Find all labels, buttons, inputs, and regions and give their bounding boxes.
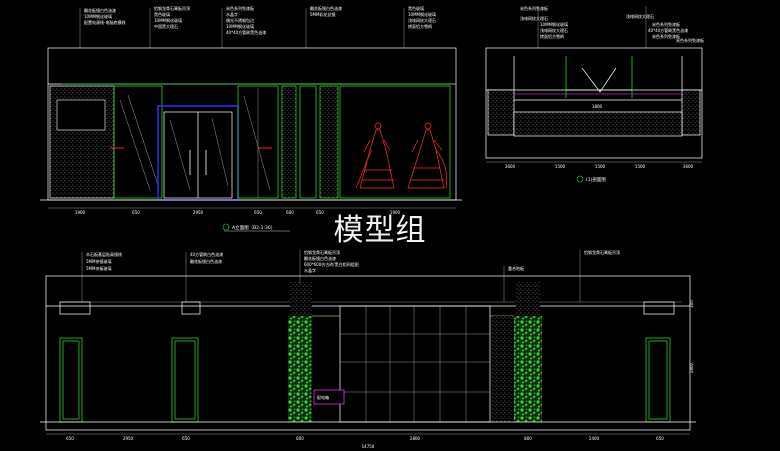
cad-drawing: 1900 650 2950 650 600 650 1900 A立面图（B2-1… bbox=[40, 5, 704, 449]
callout-label: 5MM彩花丝镜 bbox=[310, 11, 335, 17]
dim-b-1: 2950 bbox=[123, 436, 134, 441]
callout-label: 偶光不透钢包边 bbox=[226, 17, 254, 23]
callout-label: 重合地板 bbox=[508, 265, 524, 271]
callout-label: 黑色玻璃 bbox=[408, 5, 424, 11]
dim-b-0: 650 bbox=[66, 436, 74, 441]
callout-label: 10MM钢化玻璃 bbox=[226, 23, 254, 29]
callout-label: 配置电源线-电脑底横线 bbox=[84, 19, 125, 25]
dim-a-5: 650 bbox=[316, 210, 324, 215]
callout-group-right: 雕花板镜白色油漆 5MM彩花丝镜 bbox=[305, 5, 342, 48]
callout-label: 木石板基层贴高镜线 bbox=[86, 251, 122, 257]
callout-label: 米色系列免漆板 bbox=[226, 5, 254, 11]
section-callouts-left: 米色系列免漆板 浅啡网纹大理石 10MM钢化玻璃 浅啡网纹大理石 烤面铝方雪柄 bbox=[520, 5, 568, 48]
dim-b-5: 800 bbox=[524, 436, 532, 441]
dim-b-2: 650 bbox=[182, 436, 190, 441]
callout-label: 浅啡网纹大理石 bbox=[540, 27, 568, 33]
dim-b-3: 800 bbox=[296, 436, 304, 441]
dim-a-4: 600 bbox=[286, 210, 294, 215]
callout-label: 雕花板镜白色油漆 bbox=[304, 255, 336, 261]
callout-label: 浅啡网纹大理石 bbox=[626, 13, 654, 19]
callout-label: 烤面铝方雪柄 bbox=[408, 23, 432, 29]
callout-label: 铝钢龙骨石膏板吊顶 bbox=[304, 249, 340, 255]
b-callouts-mid2: 铝钢龙骨石膏板吊顶 雕花板镜白色油漆 600*600仿古砖/黑白相间组图 水晶字 bbox=[299, 249, 359, 284]
callout-label: 黑色玻璃 bbox=[154, 11, 170, 17]
callout-label: 米色系列免漆板 bbox=[652, 21, 680, 27]
dim-section-0: 3600 bbox=[505, 164, 516, 169]
dim-a-3: 650 bbox=[254, 210, 262, 215]
dim-section-1: 1500 bbox=[555, 164, 566, 169]
callout-label: 水晶字 bbox=[226, 11, 238, 17]
dim-b-4: 2800 bbox=[410, 436, 421, 441]
callout-label: 10MM钢化玻璃 bbox=[540, 21, 568, 27]
callout-label: 米色系列免漆板 bbox=[676, 37, 704, 43]
dim-b-6: 2400 bbox=[589, 436, 600, 441]
callout-label: 40*40方管刷黑色油漆 bbox=[226, 29, 266, 35]
callout-label: 铝钢龙骨石膏板吊顶 bbox=[154, 5, 190, 11]
callout-label: 40*40方管刷黑色油漆 bbox=[648, 27, 688, 33]
dim-section-3: 1500 bbox=[635, 164, 646, 169]
dim-section-top: 1800 bbox=[592, 104, 603, 109]
dim-a-0: 1900 bbox=[75, 210, 86, 215]
callout-label: 雕花板镜白色油漆 bbox=[190, 258, 222, 264]
height-dim-0: 300 bbox=[689, 300, 694, 308]
callout-label: 浅啡网纹大理石 bbox=[408, 17, 436, 23]
elevation-b: 配电箱 300 2800 650 2950 650 800 2800 800 2… bbox=[40, 249, 696, 449]
elevation-a: 1900 650 2950 650 600 650 1900 A立面图（B2-1… bbox=[40, 5, 462, 232]
callout-label: 10MM钢化玻璃 bbox=[154, 17, 182, 23]
elevation-a-title: A立面图（B2-1:30） bbox=[232, 224, 275, 231]
callout-group-mid2: 米色系列免漆板 水晶字 偶光不透钢包边 10MM钢化玻璃 40*40方管刷黑色油… bbox=[221, 5, 266, 48]
height-dim-1: 2800 bbox=[689, 362, 694, 373]
callout-label: 水晶字 bbox=[304, 267, 316, 273]
callout-label: 10MM钢化玻璃 bbox=[408, 11, 436, 17]
bride-figure-icon bbox=[355, 122, 395, 189]
dim-section-2: 1500 bbox=[595, 164, 606, 169]
section-title: (1)剖面图 bbox=[586, 176, 606, 183]
b-callouts-far-right: 铝钢龙骨石膏板吊顶 bbox=[579, 249, 620, 302]
section-view: 1800 3600 1500 1500 1500 3600 (1)剖面图 米色系… bbox=[485, 5, 704, 183]
callout-label: 10MM钢化玻璃 bbox=[84, 13, 112, 19]
section-callouts-right: 浅啡网纹大理石 米色系列免漆板 40*40方管刷黑色油漆 米色系列免漆板 米色系… bbox=[626, 6, 704, 48]
callout-label: 40方管刷白色油漆 bbox=[190, 251, 223, 257]
callout-label: 烤面铝方雪柄 bbox=[540, 33, 564, 39]
dim-b-7: 650 bbox=[656, 436, 664, 441]
callout-group-mid: 铝钢龙骨石膏板吊顶 黑色玻璃 10MM钢化玻璃 中国黑大理石 bbox=[149, 5, 190, 48]
watermark-text: 模型组 bbox=[334, 213, 427, 248]
dim-section-4: 3600 bbox=[683, 164, 694, 169]
callout-group-left: 雕花板镜白色油漆 10MM钢化玻璃 配置电源线-电脑底横线 bbox=[79, 7, 125, 48]
dim-a-2: 2950 bbox=[193, 210, 204, 215]
b-callouts-mid: 40方管刷白色油漆 雕花板镜白色油漆 bbox=[185, 251, 223, 302]
callout-label: 中国黑大理石 bbox=[154, 23, 178, 29]
dim-a-1: 650 bbox=[132, 210, 140, 215]
dim-b-total: 14750 bbox=[362, 444, 375, 449]
callout-label: 铝钢龙骨石膏板吊顶 bbox=[584, 249, 620, 255]
bride-figure-icon bbox=[407, 122, 448, 189]
callout-label: 雕花板镜白色油漆 bbox=[310, 5, 342, 11]
callout-group-right2: 黑色玻璃 10MM钢化玻璃 浅啡网纹大理石 烤面铝方雪柄 bbox=[403, 5, 436, 48]
callout-label: 雕花板镜白色油漆 bbox=[84, 7, 116, 13]
callout-label: 600*600仿古砖/黑白相间组图 bbox=[304, 261, 359, 267]
electric-box-label: 配电箱 bbox=[317, 394, 329, 400]
b-callouts-left: 木石板基层贴高镜线 5MM茶镜玻璃 5MM夹板玻璃 bbox=[81, 251, 122, 302]
callout-label: 5MM夹板玻璃 bbox=[86, 265, 111, 271]
callout-label: 5MM茶镜玻璃 bbox=[86, 258, 111, 264]
callout-label: 浅啡网纹大理石 bbox=[520, 15, 548, 21]
callout-label: 米色系列免漆板 bbox=[520, 5, 548, 11]
